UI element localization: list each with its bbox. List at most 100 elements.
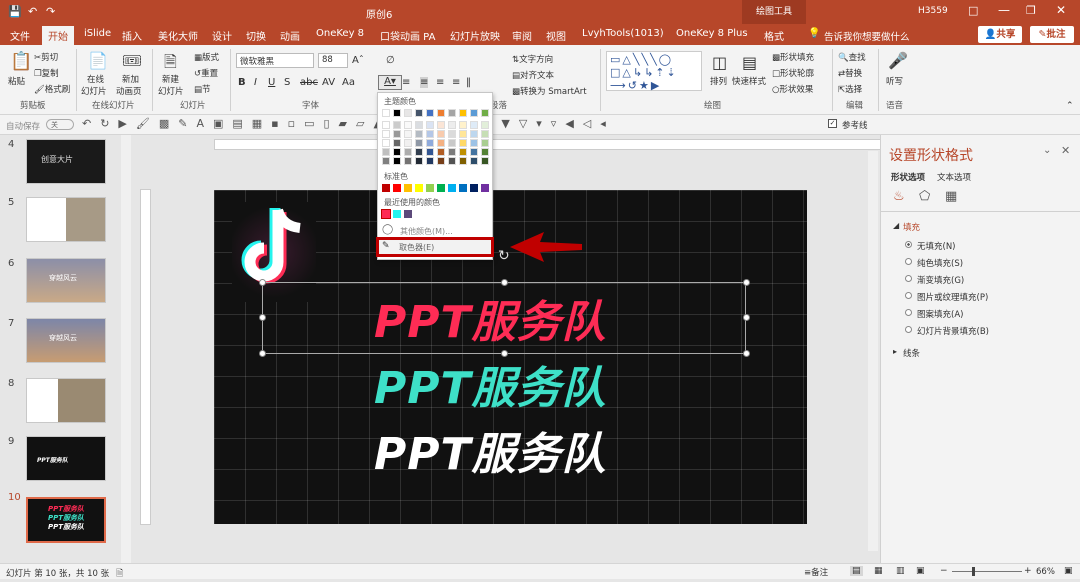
minimize-icon[interactable]: — bbox=[998, 3, 1010, 17]
new-slide-button[interactable]: 新建 bbox=[162, 73, 179, 85]
theme-color-swatch[interactable] bbox=[426, 157, 434, 165]
standard-color-swatch[interactable] bbox=[393, 184, 401, 192]
slideshow-view-icon[interactable]: ▣ bbox=[916, 566, 925, 576]
slide-thumbnail-4[interactable]: 创意大片 bbox=[26, 139, 106, 184]
slide-title-white[interactable]: PPT服务队 bbox=[374, 418, 607, 482]
tab-islide[interactable]: iSlide bbox=[84, 28, 111, 39]
fill-section-header[interactable]: 填充 bbox=[903, 221, 920, 233]
resize-handle[interactable] bbox=[501, 279, 508, 286]
new-anim-button[interactable]: 新加 bbox=[122, 73, 139, 85]
tab-shape-options[interactable]: 形状选项 bbox=[891, 171, 925, 183]
underline-button[interactable]: U bbox=[268, 77, 275, 88]
theme-color-swatch[interactable] bbox=[481, 109, 489, 117]
theme-color-swatch[interactable] bbox=[470, 109, 478, 117]
save-icon[interactable]: 💾 bbox=[8, 5, 22, 18]
align-right-icon[interactable]: ≡ bbox=[436, 77, 444, 88]
pane-options-icon[interactable]: ⌄ bbox=[1043, 145, 1051, 156]
theme-color-swatch[interactable] bbox=[382, 109, 390, 117]
zoom-out-icon[interactable]: − bbox=[940, 566, 948, 576]
tab-text-options[interactable]: 文本选项 bbox=[937, 171, 971, 183]
theme-color-swatch[interactable] bbox=[448, 109, 456, 117]
theme-color-swatch[interactable] bbox=[393, 109, 401, 117]
theme-color-swatch[interactable] bbox=[459, 148, 467, 156]
slide-title-cyan[interactable]: PPT服务队 bbox=[374, 352, 607, 416]
size-properties-icon[interactable]: ▦ bbox=[945, 189, 957, 204]
theme-color-swatch[interactable] bbox=[448, 130, 456, 138]
columns-icon[interactable]: ‖ bbox=[466, 77, 471, 88]
paste-button[interactable]: 粘贴 bbox=[8, 75, 25, 87]
radio-picture-fill[interactable] bbox=[905, 292, 912, 299]
theme-color-swatch[interactable] bbox=[426, 130, 434, 138]
theme-color-swatch[interactable] bbox=[437, 139, 445, 147]
theme-color-swatch[interactable] bbox=[459, 139, 467, 147]
shape-effects-button[interactable]: ○形状效果 bbox=[772, 83, 813, 95]
standard-color-swatch[interactable] bbox=[426, 184, 434, 192]
tab-home[interactable]: 开始 bbox=[42, 26, 74, 45]
theme-color-swatch[interactable] bbox=[415, 109, 423, 117]
theme-color-swatch[interactable] bbox=[437, 148, 445, 156]
standard-color-swatch[interactable] bbox=[481, 184, 489, 192]
option-pattern-fill[interactable]: 图案填充(A) bbox=[917, 308, 963, 320]
theme-color-swatch[interactable] bbox=[459, 121, 467, 129]
format-painter-button[interactable]: 🖌格式刷 bbox=[34, 83, 70, 95]
notes-button[interactable]: ≡备注 bbox=[804, 566, 828, 578]
convert-smartart-button[interactable]: ▩转换为 SmartArt bbox=[512, 85, 587, 97]
slide-thumbnail-10[interactable]: PPT服务队 PPT服务队 PPT服务队 bbox=[26, 497, 106, 543]
standard-color-row[interactable] bbox=[382, 184, 492, 194]
standard-color-swatch[interactable] bbox=[437, 184, 445, 192]
recent-color-swatch[interactable] bbox=[393, 210, 401, 218]
shadow-button[interactable]: S bbox=[284, 77, 290, 88]
align-left-icon[interactable]: ≡ bbox=[402, 77, 410, 88]
qat-icon-strip[interactable]: ↶↻▶🖌▩✎A▣▤▦▪▫▭▯▰▱▲▴▵▶▷▸▹►▼▽▾▿◀◁◂ bbox=[82, 117, 615, 130]
undo-icon[interactable]: ↶ bbox=[28, 5, 37, 18]
align-text-button[interactable]: ▤对齐文本 bbox=[512, 69, 554, 81]
recent-color-row[interactable] bbox=[381, 209, 422, 220]
theme-color-swatch[interactable] bbox=[404, 139, 412, 147]
theme-color-swatch[interactable] bbox=[415, 157, 423, 165]
option-picture-fill[interactable]: 图片或纹理填充(P) bbox=[917, 291, 988, 303]
theme-color-swatch[interactable] bbox=[404, 130, 412, 138]
change-case-button[interactable]: Aa bbox=[342, 77, 355, 88]
quick-styles-icon[interactable]: ▤ bbox=[742, 53, 757, 72]
normal-view-icon[interactable]: ▤ bbox=[850, 566, 863, 576]
thumbnail-scrollbar[interactable] bbox=[121, 135, 131, 563]
pane-close-icon[interactable]: ✕ bbox=[1061, 144, 1070, 157]
standard-color-swatch[interactable] bbox=[382, 184, 390, 192]
theme-color-swatch[interactable] bbox=[404, 148, 412, 156]
anim-slides-button[interactable]: 动画页 bbox=[116, 85, 142, 97]
zoom-in-icon[interactable]: + bbox=[1024, 566, 1032, 576]
microphone-icon[interactable]: 🎤 bbox=[888, 51, 908, 70]
tab-review[interactable]: 审阅 bbox=[512, 28, 532, 43]
theme-color-swatch[interactable] bbox=[415, 130, 423, 138]
tab-lvyhtools[interactable]: LvyhTools(1013) bbox=[582, 28, 664, 39]
theme-color-swatch[interactable] bbox=[470, 148, 478, 156]
slide-thumbnail-8[interactable] bbox=[26, 378, 106, 423]
strikethrough-button[interactable]: abc bbox=[300, 77, 318, 88]
effects-icon[interactable]: ⬠ bbox=[919, 189, 930, 204]
clear-format-icon[interactable]: ∅ bbox=[386, 55, 395, 66]
share-button[interactable]: 👤共享 bbox=[978, 26, 1022, 43]
theme-color-swatch[interactable] bbox=[481, 157, 489, 165]
slide-thumbnail-6[interactable]: 穿越风云 bbox=[26, 258, 106, 303]
new-anim-icon[interactable]: 🎟 bbox=[122, 51, 142, 70]
standard-color-swatch[interactable] bbox=[470, 184, 478, 192]
resize-handle[interactable] bbox=[259, 314, 266, 321]
online-slides-dropdown[interactable]: 幻灯片 bbox=[81, 85, 107, 97]
paste-icon[interactable]: 📋 bbox=[10, 51, 32, 72]
copy-button[interactable]: ❐复制 bbox=[34, 67, 59, 79]
tell-me-search[interactable]: 告诉我你想要做什么 bbox=[824, 29, 910, 43]
theme-color-swatch[interactable] bbox=[382, 139, 390, 147]
zoom-level[interactable]: 66% bbox=[1036, 567, 1055, 577]
theme-color-swatch[interactable] bbox=[404, 157, 412, 165]
cut-button[interactable]: ✂剪切 bbox=[34, 51, 58, 63]
theme-color-swatch[interactable] bbox=[437, 130, 445, 138]
shape-outline-button[interactable]: □形状轮廓 bbox=[772, 67, 814, 79]
theme-color-swatch[interactable] bbox=[481, 148, 489, 156]
tab-pocket-anim[interactable]: 口袋动画 PA bbox=[380, 28, 435, 43]
radio-background-fill[interactable] bbox=[905, 326, 912, 333]
zoom-slider-thumb[interactable] bbox=[972, 567, 975, 576]
theme-color-swatch[interactable] bbox=[481, 121, 489, 129]
theme-color-swatch[interactable] bbox=[393, 121, 401, 129]
theme-color-swatch[interactable] bbox=[382, 157, 390, 165]
theme-color-swatch[interactable] bbox=[393, 157, 401, 165]
